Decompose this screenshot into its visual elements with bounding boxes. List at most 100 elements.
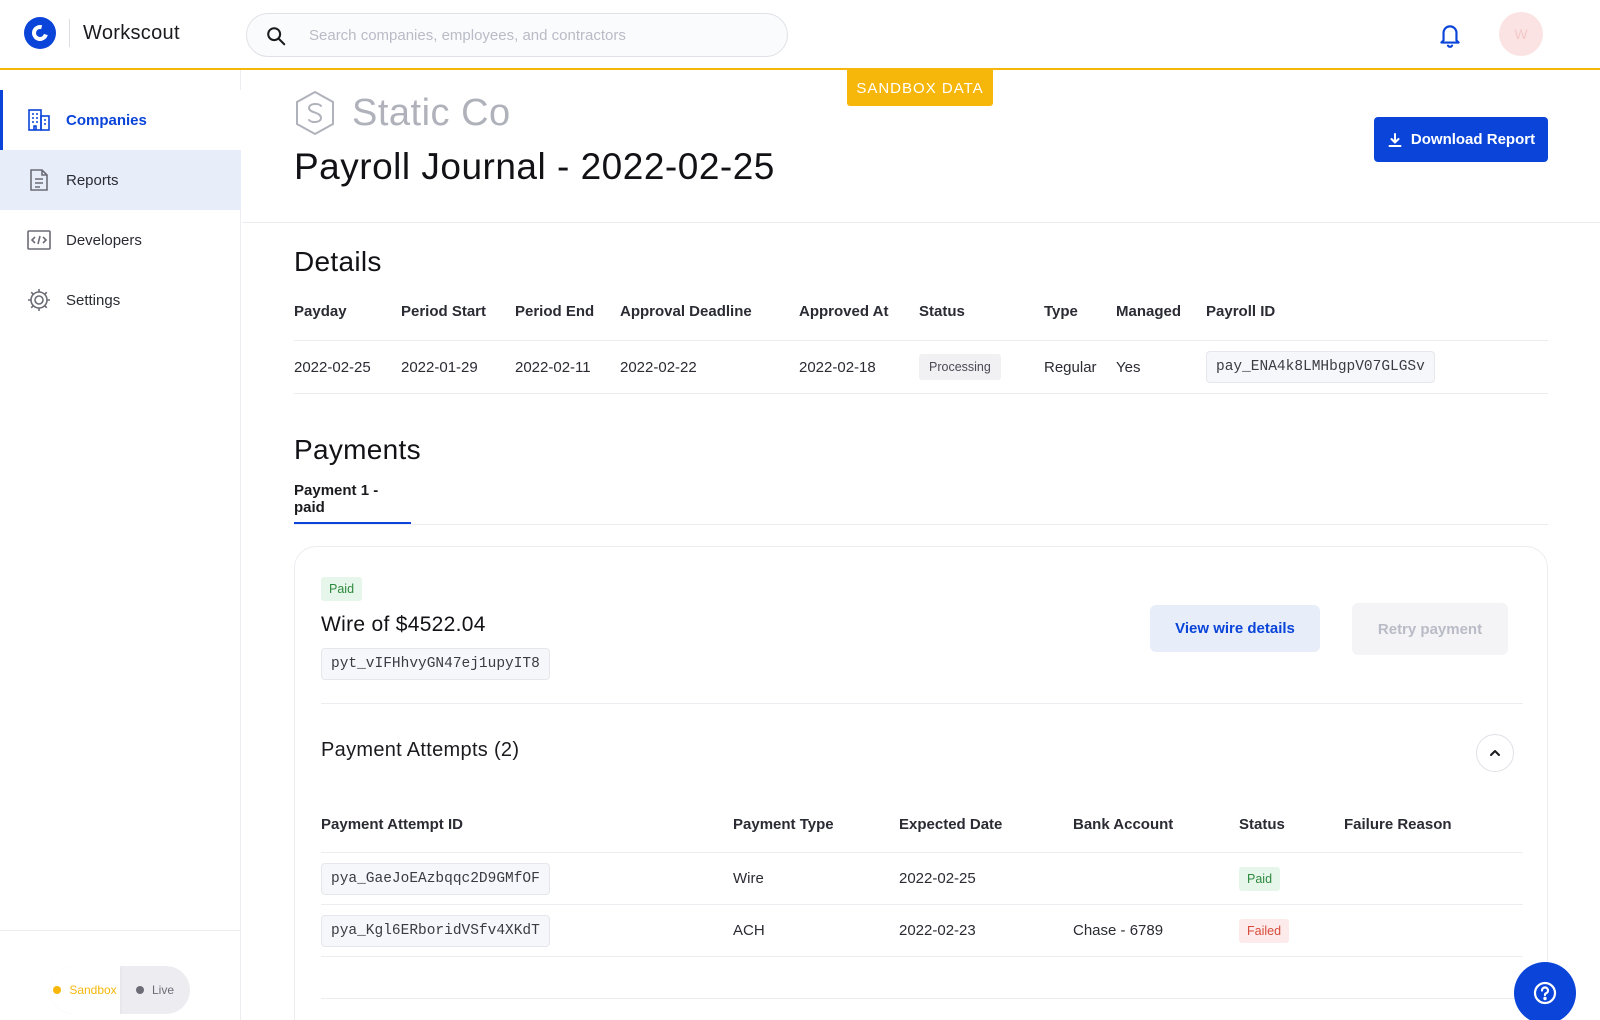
brand-divider (69, 19, 70, 47)
collapse-button[interactable] (1476, 734, 1514, 772)
gear-icon (28, 289, 50, 311)
attempt-status-cell: Failed (1239, 905, 1290, 956)
search-bar[interactable] (246, 13, 788, 57)
retry-payment-button[interactable]: Retry payment (1352, 603, 1508, 655)
details-table-row: 2022-02-25 2022-01-29 2022-02-11 2022-02… (294, 341, 1548, 394)
period-start-value: 2022-01-29 (401, 358, 478, 376)
table-row: pya_Kgl6ERboridVSfv4XKdT ACH 2022-02-23 … (321, 905, 1523, 957)
attempt-id[interactable]: pya_GaeJoEAzbqqc2D9GMfOF (321, 862, 550, 895)
sidebar-item-label: Reports (66, 171, 119, 189)
env-sandbox-label: Sandbox (69, 983, 117, 997)
payment-title: Wire of $4522.04 (321, 613, 486, 636)
column-header: Payment Type (733, 816, 834, 833)
column-header: Payroll ID (1206, 303, 1276, 320)
brand[interactable]: Workscout (24, 17, 180, 49)
attempt-status-cell: Paid (1239, 853, 1281, 904)
sidebar-item-label: Companies (66, 111, 147, 129)
main-content: SANDBOX DATA Static Co Payroll Journal -… (242, 70, 1600, 1020)
column-header: Period End (515, 303, 595, 320)
company-header: Static Co (294, 90, 511, 136)
attempt-id-cell: pya_Kgl6ERboridVSfv4XKdT (321, 905, 550, 956)
sidebar-item-companies[interactable]: Companies (0, 90, 241, 150)
download-report-button[interactable]: Download Report (1374, 117, 1548, 162)
sidebar-divider (0, 930, 241, 931)
column-header: Status (919, 303, 965, 320)
sidebar-item-label: Developers (66, 231, 142, 249)
search-icon (267, 27, 286, 46)
attempt-type: ACH (733, 922, 765, 939)
payment-status-badge: Paid (321, 577, 363, 601)
app-name: Workscout (83, 21, 180, 44)
payments-title: Payments (294, 434, 421, 465)
avatar[interactable]: W (1499, 12, 1543, 56)
column-header: Status (1239, 816, 1285, 833)
header-divider (242, 222, 1600, 223)
tabs-divider (294, 524, 1548, 525)
column-header: Bank Account (1073, 816, 1174, 833)
company-name: Static Co (352, 91, 511, 134)
status-cell: Processing (919, 341, 1001, 393)
attempt-expected-date: 2022-02-25 (899, 870, 976, 887)
column-header: Managed (1116, 303, 1182, 320)
attempt-type: Wire (733, 870, 764, 887)
bell-icon[interactable] (1437, 21, 1463, 49)
payment-status-cell: Paid (321, 577, 363, 601)
card-divider (321, 703, 1523, 704)
download-report-label: Download Report (1410, 131, 1536, 148)
top-bar: Workscout W (0, 0, 1600, 70)
attempt-status-badge: Paid (1239, 866, 1281, 891)
document-icon (30, 169, 48, 191)
view-wire-details-button[interactable]: View wire details (1150, 605, 1320, 652)
details-title: Details (294, 246, 382, 277)
env-sandbox-option[interactable]: Sandbox (50, 966, 120, 1014)
payday-value: 2022-02-25 (294, 358, 371, 376)
download-icon (1388, 132, 1402, 147)
env-live-label: Live (151, 983, 174, 997)
env-live-option[interactable]: Live (120, 966, 190, 1014)
sidebar-item-reports[interactable]: Reports (0, 150, 241, 210)
sidebar-item-settings[interactable]: Settings (0, 270, 241, 330)
table-row: pya_GaeJoEAzbqqc2D9GMfOF Wire 2022-02-25… (321, 853, 1523, 905)
payroll-id[interactable]: pay_ENA4k8LMHbgpV07GLGSv (1206, 351, 1435, 383)
attempt-id-cell: pya_GaeJoEAzbqqc2D9GMfOF (321, 853, 550, 904)
code-icon (27, 230, 51, 250)
column-header: Approved At (799, 303, 889, 320)
live-dot (135, 986, 144, 994)
search-input[interactable] (309, 26, 769, 44)
attempts-table-header: Payment Attempt ID Payment Type Expected… (321, 809, 1523, 853)
column-header: Period Start (401, 303, 487, 320)
payment-attempts-title: Payment Attempts (2) (321, 739, 520, 761)
payment-id[interactable]: pyt_vIFHhvyGN47ej1upyIT8 (321, 648, 550, 680)
attempt-status-badge: Failed (1239, 918, 1290, 943)
approved-at-value: 2022-02-18 (799, 358, 876, 376)
column-header: Expected Date (899, 816, 1003, 833)
building-icon (28, 109, 50, 131)
payment-card: Paid Wire of $4522.04 pyt_vIFHhvyGN47ej1… (294, 546, 1548, 1020)
environment-toggle[interactable]: Sandbox Live (50, 966, 190, 1014)
company-logo-icon (296, 90, 334, 136)
status-badge: Processing (919, 354, 1001, 380)
payment-id-cell: pyt_vIFHhvyGN47ej1upyIT8 (321, 648, 550, 680)
column-header: Type (1044, 303, 1078, 320)
sandbox-banner: SANDBOX DATA (847, 70, 993, 106)
attempt-bank-account: Chase - 6789 (1073, 922, 1164, 939)
approval-deadline-value: 2022-02-22 (620, 358, 697, 376)
table-footer-divider (321, 998, 1523, 999)
tab-payment-1[interactable]: Payment 1 - paid (294, 482, 411, 524)
help-button[interactable] (1514, 962, 1576, 1020)
attempt-id[interactable]: pya_Kgl6ERboridVSfv4XKdT (321, 914, 550, 947)
chevron-up-icon (1490, 750, 1500, 756)
type-value: Regular (1044, 358, 1097, 376)
period-end-value: 2022-02-11 (515, 358, 591, 376)
column-header: Payday (294, 303, 347, 320)
sidebar-item-developers[interactable]: Developers (0, 210, 241, 270)
managed-value: Yes (1116, 358, 1141, 376)
sidebar: Companies Reports Developers Settings Sa… (0, 70, 241, 1020)
attempt-expected-date: 2022-02-23 (899, 922, 976, 939)
column-header: Payment Attempt ID (321, 816, 463, 833)
page-title: Payroll Journal - 2022-02-25 (294, 146, 775, 187)
column-header: Failure Reason (1344, 816, 1452, 833)
logo (24, 17, 56, 49)
sandbox-dot (53, 986, 62, 994)
sidebar-item-label: Settings (66, 291, 121, 309)
